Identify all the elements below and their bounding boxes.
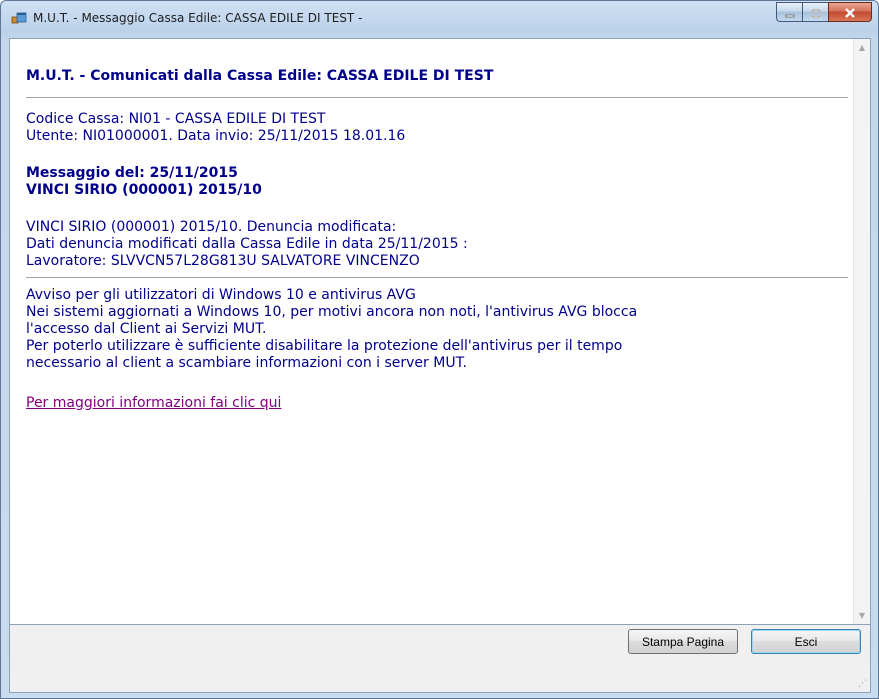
notice-line: l'accesso dal Client ai Servizi MUT. xyxy=(26,321,267,337)
notice-line: Avviso per gli utilizzatori di Windows 1… xyxy=(26,287,416,303)
minimize-button[interactable] xyxy=(776,2,802,22)
notice-line: Per poterlo utilizzare è sufficiente dis… xyxy=(26,338,623,354)
scroll-down-button[interactable]: ▼ xyxy=(854,607,870,624)
window-title: M.U.T. - Messaggio Cassa Edile: CASSA ED… xyxy=(33,11,363,25)
caption-buttons xyxy=(776,2,872,22)
body-line: VINCI SIRIO (000001) 2015/10. Denuncia m… xyxy=(26,219,397,235)
resize-grip-icon[interactable]: ⋰ xyxy=(858,680,868,690)
notice-line: Nei sistemi aggiornati a Windows 10, per… xyxy=(26,304,638,320)
divider xyxy=(26,97,848,98)
message-date: Messaggio del: 25/11/2015 xyxy=(26,165,238,181)
body-line: Lavoratore: SLVVCN57L28G813U SALVATORE V… xyxy=(26,253,420,269)
vertical-scrollbar[interactable]: ▲ ▼ xyxy=(853,39,870,624)
divider xyxy=(26,277,848,278)
message-document: M.U.T. - Comunicati dalla Cassa Edile: C… xyxy=(10,39,855,624)
title-bar[interactable]: M.U.T. - Messaggio Cassa Edile: CASSA ED… xyxy=(1,1,878,37)
body-line: Dati denuncia modificati dalla Cassa Edi… xyxy=(26,236,468,252)
maximize-icon xyxy=(810,3,821,22)
codice-cassa-text: Codice Cassa: NI01 - CASSA EDILE DI TEST xyxy=(26,111,326,127)
message-window: M.U.T. - Messaggio Cassa Edile: CASSA ED… xyxy=(0,0,879,699)
more-info-link[interactable]: Per maggiori informazioni fai clic qui xyxy=(26,395,281,411)
close-button[interactable] xyxy=(828,2,872,22)
exit-button[interactable]: Esci xyxy=(751,629,861,654)
message-viewer[interactable]: M.U.T. - Comunicati dalla Cassa Edile: C… xyxy=(9,38,871,625)
button-panel: Stampa Pagina Esci ⋰ xyxy=(9,625,871,693)
close-icon xyxy=(844,3,856,22)
arrow-up-icon: ▲ xyxy=(858,43,866,52)
message-subject: VINCI SIRIO (000001) 2015/10 xyxy=(26,182,262,198)
utente-text: Utente: NI01000001. Data invio: 25/11/20… xyxy=(26,128,406,144)
app-window-icon xyxy=(11,11,27,27)
notice-line: necessario al client a scambiare informa… xyxy=(26,355,467,371)
print-page-button[interactable]: Stampa Pagina xyxy=(628,629,738,654)
maximize-button[interactable] xyxy=(802,2,828,22)
message-heading: M.U.T. - Comunicati dalla Cassa Edile: C… xyxy=(26,68,494,84)
arrow-down-icon: ▼ xyxy=(858,611,866,620)
minimize-icon xyxy=(785,3,795,22)
scroll-up-button[interactable]: ▲ xyxy=(854,39,870,56)
